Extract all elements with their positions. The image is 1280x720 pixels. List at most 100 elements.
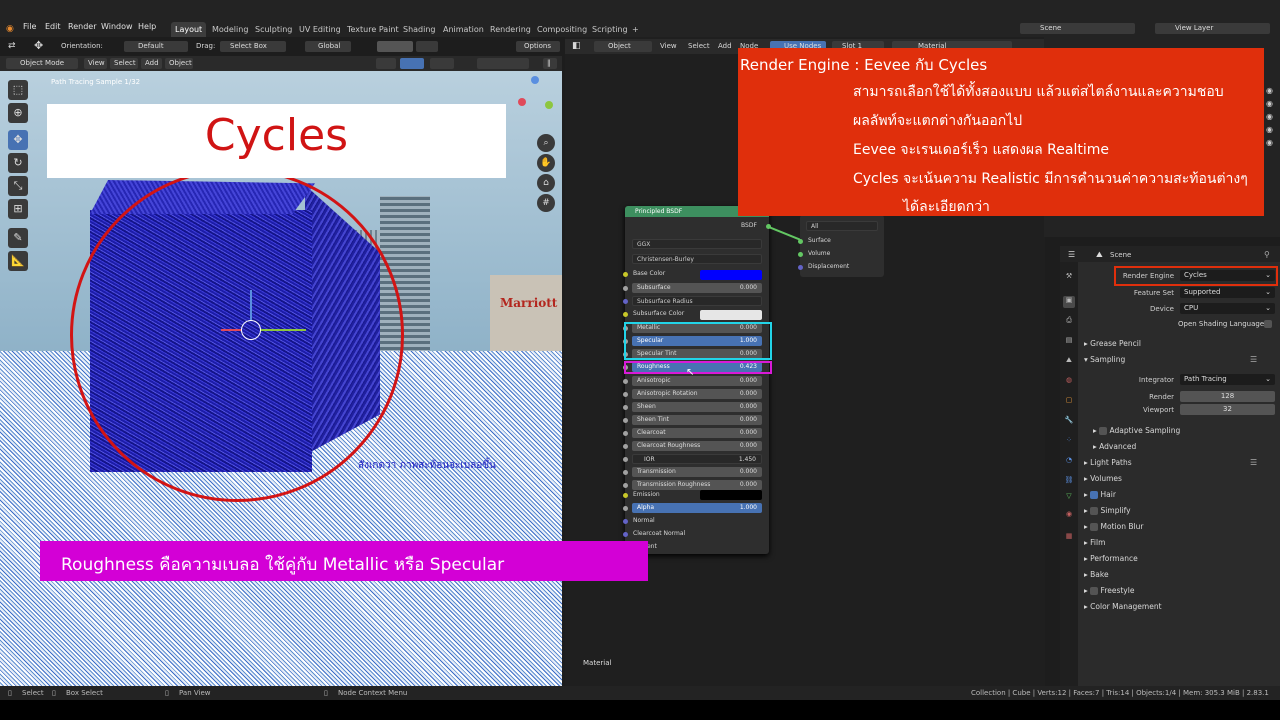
integrator-dropdown[interactable]: Path Tracing ⌄ xyxy=(1180,374,1275,385)
viewport-menu-object[interactable]: Object xyxy=(165,58,193,69)
color-management-section[interactable]: ▸ Color Management xyxy=(1084,602,1162,611)
physics-tab-icon[interactable]: ◔ xyxy=(1063,456,1075,468)
scale-tool-icon[interactable]: ⤡ xyxy=(8,176,28,196)
constraints-tab-icon[interactable]: ⛓ xyxy=(1063,476,1075,488)
tool-tab-icon[interactable]: ⚒ xyxy=(1063,272,1075,284)
ior-slider[interactable]: IOR 1.450 xyxy=(632,454,762,464)
motion-blur-checkbox[interactable] xyxy=(1090,523,1099,531)
grease-pencil-section[interactable]: ▸ Grease Pencil xyxy=(1084,339,1141,348)
shader-type-dropdown[interactable]: Object xyxy=(594,41,652,52)
menu-help[interactable]: Help xyxy=(138,22,156,36)
freestyle-section[interactable]: ▸ Freestyle xyxy=(1084,586,1134,595)
transform-orientation-dropdown[interactable]: Global xyxy=(305,41,351,52)
simplify-checkbox[interactable] xyxy=(1090,507,1099,515)
subsurface-slider[interactable]: Subsurface 0.000 xyxy=(632,283,762,293)
modifier-tab-icon[interactable]: 🔧 xyxy=(1063,416,1075,428)
gizmo-toggle[interactable] xyxy=(400,58,424,69)
object-tab-icon[interactable]: ▢ xyxy=(1063,396,1075,408)
light-paths-section[interactable]: ▸ Light Paths xyxy=(1084,458,1132,467)
subsurface-socket[interactable] xyxy=(623,286,628,291)
view-layer-tab-icon[interactable]: ▤ xyxy=(1063,336,1075,348)
gizmo-z-axis[interactable] xyxy=(250,290,252,320)
param-socket[interactable] xyxy=(623,470,628,475)
mode-dropdown[interactable]: Object Mode xyxy=(6,58,78,69)
tab-animation[interactable]: Animation xyxy=(439,22,488,37)
proportional-editing-toggle[interactable] xyxy=(416,41,438,52)
subsurface-radius-dropdown[interactable]: Subsurface Radius xyxy=(632,296,762,306)
menu-window[interactable]: Window xyxy=(101,22,133,36)
menu-file[interactable]: File xyxy=(23,22,36,36)
data-tab-icon[interactable]: ▽ xyxy=(1063,492,1075,504)
menu-edit[interactable]: Edit xyxy=(45,22,61,36)
output-tab-icon[interactable]: ⎙ xyxy=(1063,316,1075,328)
subsurface-color-socket[interactable] xyxy=(623,312,628,317)
rotate-tool-icon[interactable]: ↻ xyxy=(8,153,28,173)
base-color-socket[interactable] xyxy=(623,272,628,277)
tab-rendering[interactable]: Rendering xyxy=(486,22,535,37)
subsurface-method-dropdown[interactable]: Christensen-Burley xyxy=(632,254,762,264)
node-menu-add[interactable]: Add xyxy=(718,42,732,50)
film-section[interactable]: ▸ Film xyxy=(1084,538,1105,547)
freestyle-checkbox[interactable] xyxy=(1090,587,1099,595)
volumes-section[interactable]: ▸ Volumes xyxy=(1084,474,1122,483)
select-tool-icon[interactable]: ⬚ xyxy=(8,80,28,100)
shading-mode-buttons[interactable] xyxy=(477,58,529,69)
move-tool-icon[interactable]: ✥ xyxy=(8,130,28,150)
viewport-samples-field[interactable]: 32 xyxy=(1180,404,1275,415)
transform-gizmo-center[interactable] xyxy=(241,320,261,340)
pause-render-button[interactable]: ‖ xyxy=(543,58,557,69)
tab-shading[interactable]: Shading xyxy=(399,22,440,37)
scene-selector[interactable]: Scene xyxy=(1020,23,1135,34)
viewport-menu-add[interactable]: Add xyxy=(141,58,162,69)
distribution-dropdown[interactable]: GGX xyxy=(632,239,762,249)
osl-checkbox[interactable] xyxy=(1264,320,1272,328)
alpha-socket[interactable] xyxy=(623,506,628,511)
alpha-slider[interactable]: Alpha 1.000 xyxy=(632,503,762,513)
measure-tool-icon[interactable]: 📐 xyxy=(8,251,28,271)
param-socket[interactable] xyxy=(623,444,628,449)
render-tab-icon[interactable]: ▣ xyxy=(1063,296,1075,308)
presets-list-icon[interactable]: ☰ xyxy=(1250,355,1257,364)
move-tool-icon[interactable]: ✥ xyxy=(34,39,43,52)
annotate-tool-icon[interactable]: ✎ xyxy=(8,228,28,248)
subsurface-radius-socket[interactable] xyxy=(623,299,628,304)
add-workspace-button[interactable]: + xyxy=(628,22,643,37)
tab-texture-paint[interactable]: Texture Paint xyxy=(343,22,403,37)
transmission-roughness-slider[interactable]: Transmission Roughness 0.000 xyxy=(632,480,762,490)
pin-icon[interactable]: ⚲ xyxy=(1264,250,1270,259)
tab-compositing[interactable]: Compositing xyxy=(533,22,591,37)
overlay-toggle[interactable] xyxy=(430,58,454,69)
nav-gizmo-y[interactable] xyxy=(545,101,553,109)
device-dropdown[interactable]: CPU ⌄ xyxy=(1180,303,1275,314)
normal-socket[interactable] xyxy=(623,519,628,524)
displacement-socket[interactable] xyxy=(798,265,803,270)
view-layer-selector[interactable]: View Layer xyxy=(1155,23,1270,34)
motion-blur-section[interactable]: ▸ Motion Blur xyxy=(1084,522,1143,531)
camera-icon[interactable]: ⌂ xyxy=(537,174,555,192)
orientation-dropdown[interactable]: Default xyxy=(124,41,188,52)
cursor-tool-icon[interactable]: ⊕ xyxy=(8,103,28,123)
param-socket[interactable] xyxy=(623,483,628,488)
tab-modeling[interactable]: Modeling xyxy=(208,22,252,37)
performance-section[interactable]: ▸ Performance xyxy=(1084,554,1138,563)
menu-render[interactable]: Render xyxy=(68,22,96,36)
surface-socket[interactable] xyxy=(798,239,803,244)
viewport-menu-select[interactable]: Select xyxy=(110,58,138,69)
particles-tab-icon[interactable]: ⁘ xyxy=(1063,436,1075,448)
editor-type-icon[interactable]: ◧ xyxy=(572,41,581,51)
zoom-icon[interactable]: ⌕ xyxy=(537,134,555,152)
transmission-slider[interactable]: Transmission 0.000 xyxy=(632,467,762,477)
properties-editor-icon[interactable]: ☰ xyxy=(1068,250,1075,259)
subsurface-color-swatch[interactable] xyxy=(700,310,762,320)
tab-sculpting[interactable]: Sculpting xyxy=(251,22,296,37)
param-socket[interactable] xyxy=(623,392,628,397)
anisotropic-rotation-slider[interactable]: Anisotropic Rotation 0.000 xyxy=(632,389,762,399)
param-socket[interactable] xyxy=(623,431,628,436)
cursor-tool-icon[interactable]: ⇄ xyxy=(8,41,16,51)
volume-socket[interactable] xyxy=(798,252,803,257)
clearcoat-slider[interactable]: Clearcoat 0.000 xyxy=(632,428,762,438)
tab-layout[interactable]: Layout xyxy=(171,22,207,37)
base-color-swatch[interactable] xyxy=(700,270,762,280)
tab-uv-editing[interactable]: UV Editing xyxy=(295,22,345,37)
param-socket[interactable] xyxy=(623,405,628,410)
